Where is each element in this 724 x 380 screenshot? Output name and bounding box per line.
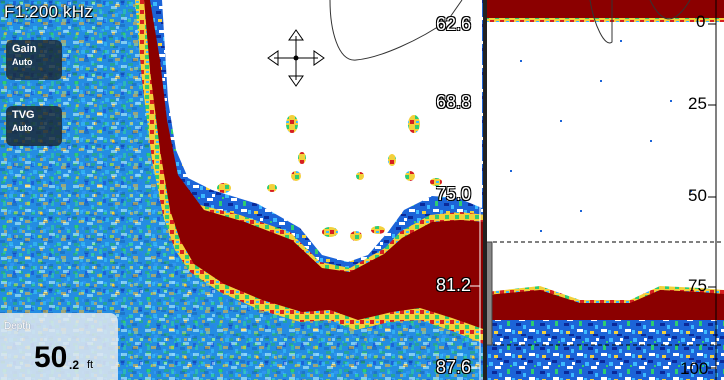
full-scale-label: 50 [688, 186, 707, 205]
zoom-scale-label: 81.2 [436, 275, 472, 295]
depth-unit: ft [87, 359, 94, 371]
surface-halo [486, 18, 724, 22]
full-scale-label: 25 [688, 94, 707, 113]
gain-control-button[interactable]: Gain Auto [6, 40, 62, 80]
tvg-control-button[interactable]: TVG Auto [6, 106, 62, 146]
panel-divider[interactable] [483, 0, 487, 380]
depth-label: Depth [4, 321, 31, 332]
zoom-scale-label: 62.6 [436, 14, 472, 34]
full-scale-label: 100 [680, 359, 709, 378]
zoom-scale-label: 87.6 [436, 357, 472, 377]
gain-value: Auto [12, 57, 33, 67]
zoom-scale-label: 75.0 [436, 184, 472, 204]
depth-decimal: .2 [69, 358, 80, 372]
depth-readout[interactable]: Depth 50 .2 ft [0, 313, 118, 380]
frequency-label: F1:200 kHz [4, 2, 93, 21]
fishfinder-screen: F1:200 kHz Gain Auto TVG Auto Depth 50 .… [0, 0, 724, 380]
full-scale-label: 75 [688, 276, 707, 295]
depth-value: 50 [34, 341, 68, 374]
full-scale-label: 0 [696, 12, 706, 31]
gain-title: Gain [12, 43, 37, 55]
zoom-scale-label: 68.8 [436, 92, 472, 112]
tvg-value: Auto [12, 123, 33, 133]
tvg-title: TVG [12, 109, 35, 121]
